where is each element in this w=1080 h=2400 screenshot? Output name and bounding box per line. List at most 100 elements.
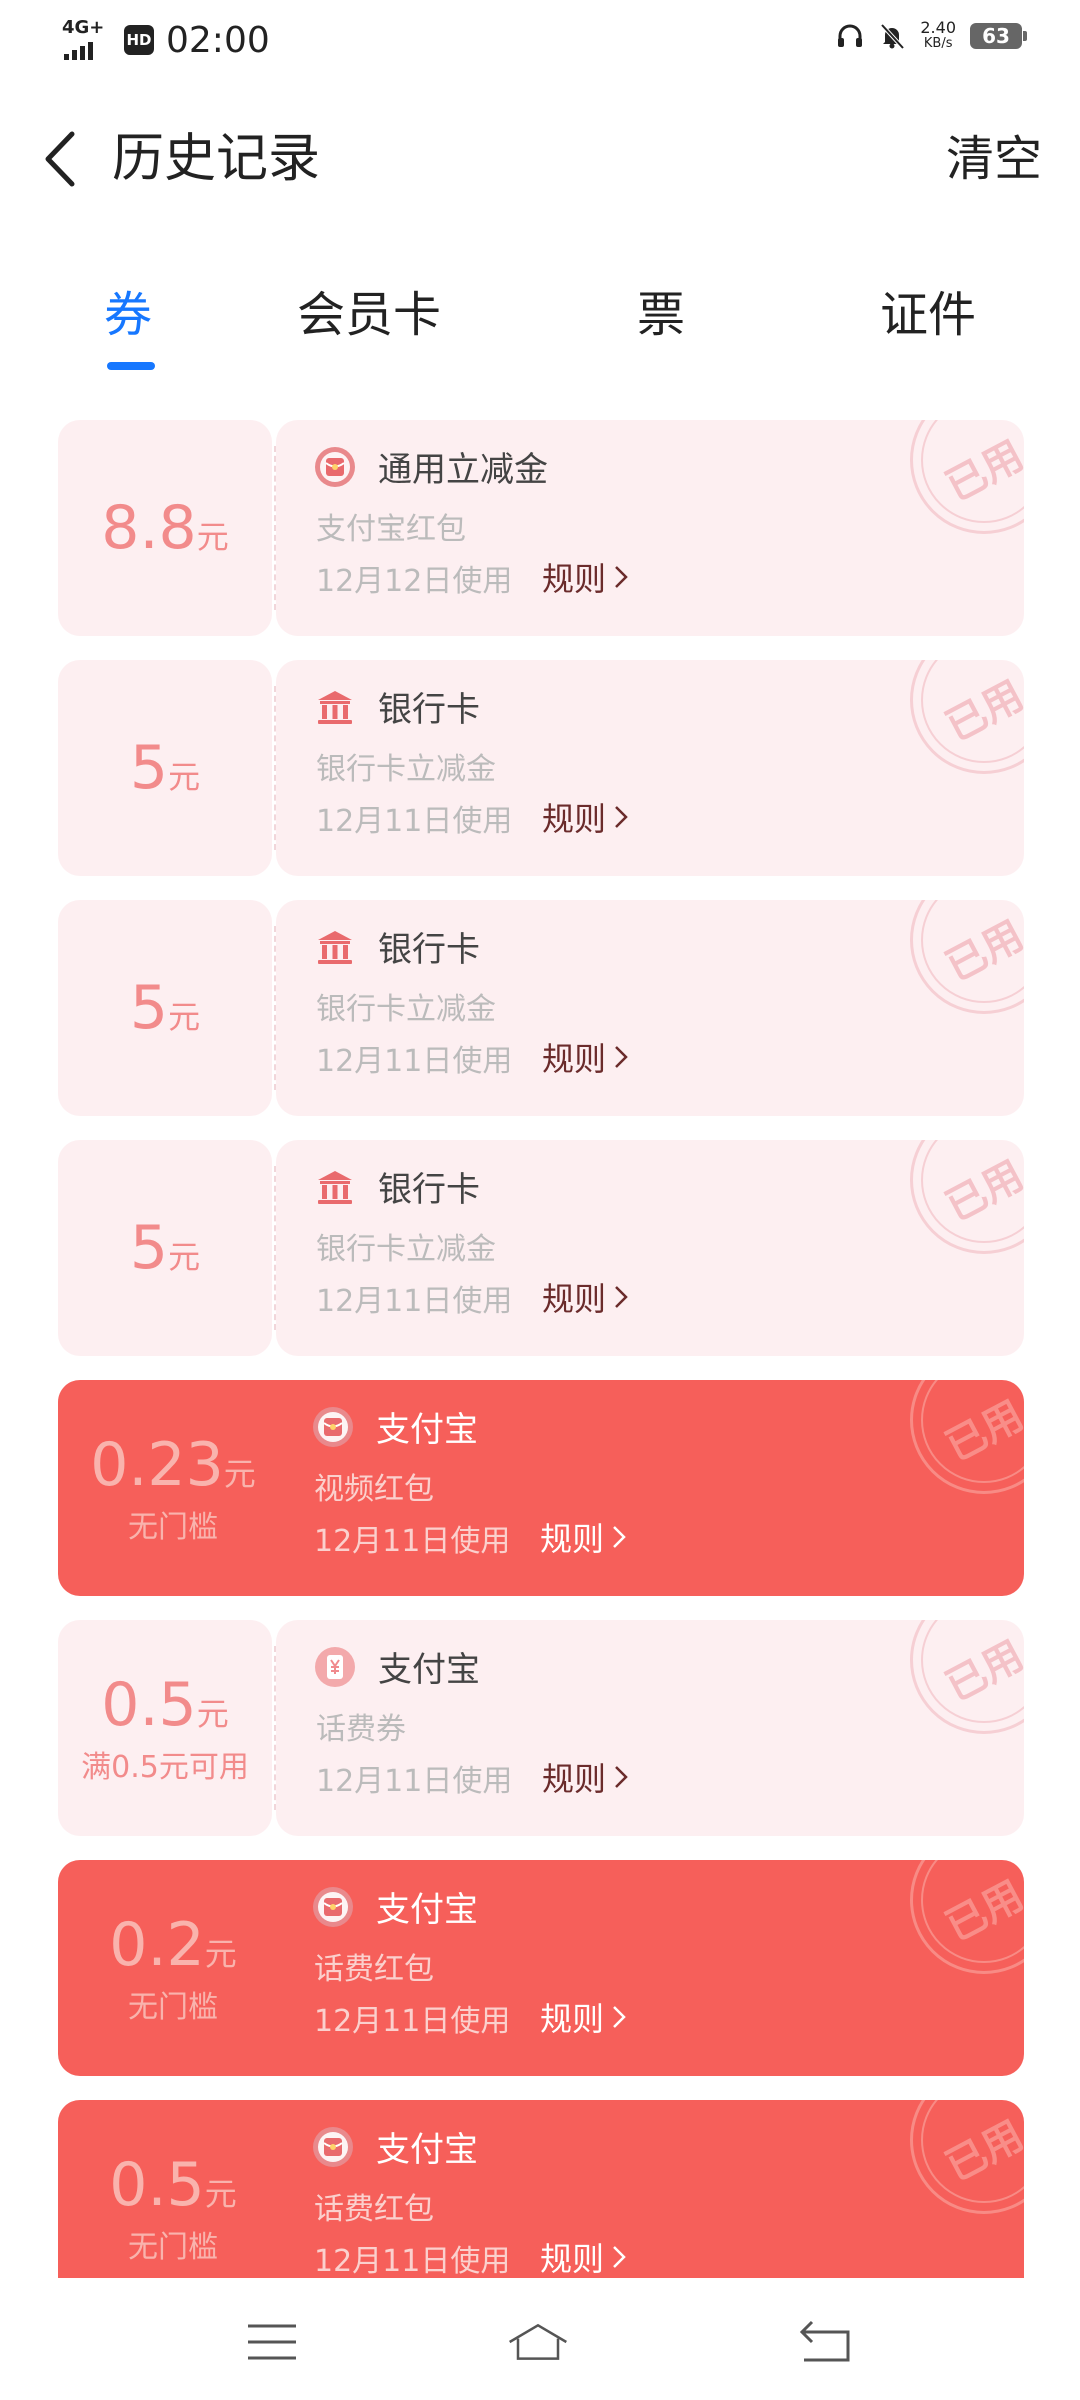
coupon-title: 支付宝 bbox=[376, 1890, 478, 1930]
coupon-amount-panel: 0.2元无门槛 bbox=[58, 1860, 288, 2076]
back-button[interactable] bbox=[34, 124, 84, 194]
coupon-rule-label: 规则 bbox=[540, 2000, 605, 2038]
coupon-condition: 满0.5元可用 bbox=[81, 1750, 249, 1785]
used-stamp: 已用 bbox=[910, 420, 1024, 534]
red-packet-icon bbox=[312, 2126, 354, 2168]
coupon-rule-link[interactable]: 规则 bbox=[542, 1754, 628, 1800]
coupon-info-panel: 银行卡 银行卡立减金 12月11日使用 规则 已用 bbox=[276, 1140, 1024, 1356]
tab-coupons[interactable]: 券 bbox=[104, 280, 152, 350]
used-stamp-text: 已用 bbox=[938, 1152, 1024, 1231]
coupon-amount-value: 5 bbox=[129, 733, 169, 803]
used-stamp-text: 已用 bbox=[938, 1392, 1024, 1471]
coupon-amount: 5元 bbox=[130, 733, 200, 803]
coupon-used-date: 12月12日使用 bbox=[316, 564, 513, 599]
coupon-used-date: 12月11日使用 bbox=[316, 1284, 513, 1319]
coupon-card[interactable]: 5元 银行卡 银行卡立减金 12月11日使用 规则 已用 bbox=[58, 900, 1024, 1116]
tab-tickets[interactable]: 票 bbox=[637, 280, 685, 350]
coupon-condition: 无门槛 bbox=[128, 1990, 218, 2025]
red-packet-icon bbox=[312, 1886, 354, 1928]
coupon-card[interactable]: 0.2元 无门槛 支付宝 话费红包 12月11日使用 规则 已用 bbox=[58, 1860, 1024, 2076]
coupon-title: 银行卡 bbox=[378, 690, 480, 730]
chevron-right-icon bbox=[613, 2006, 626, 2028]
coupon-amount-value: 0.23 bbox=[90, 1430, 224, 1500]
coupon-amount-panel: 8.8元 bbox=[58, 420, 272, 636]
coupon-amount: 5元 bbox=[130, 1213, 200, 1283]
coupon-info-panel: 支付宝 话费红包 12月11日使用 规则 已用 bbox=[274, 1860, 1024, 2076]
coupon-info-panel: 银行卡银行卡立减金 12月11日使用 规则 已用 bbox=[276, 660, 1024, 876]
menu-icon bbox=[248, 2324, 296, 2360]
used-stamp-text: 已用 bbox=[938, 912, 1024, 991]
hd-icon: HD bbox=[124, 25, 154, 55]
coupon-title: 支付宝 bbox=[376, 2130, 478, 2170]
coupon-rule-label: 规则 bbox=[540, 2240, 605, 2278]
coupon-card[interactable]: 8.8元 通用立减金 支付宝红包 12月12日使用 规则 已用 bbox=[58, 420, 1024, 636]
tab-documents[interactable]: 证件 bbox=[880, 280, 976, 350]
coupon-card[interactable]: 5元 银行卡 银行卡立减金 12月11日使用 规则 已用 bbox=[58, 1140, 1024, 1356]
coupon-amount-value: 5 bbox=[129, 973, 169, 1043]
coupon-amount: 8.8元 bbox=[101, 493, 228, 563]
coupon-amount-panel: 5元 bbox=[58, 660, 272, 876]
coupon-rule-link[interactable]: 规则 bbox=[542, 1274, 628, 1320]
coupon-card[interactable]: 5元 银行卡银行卡立减金 12月11日使用 规则 已用 bbox=[58, 660, 1024, 876]
home-icon bbox=[509, 2323, 567, 2360]
coupon-info-panel: 支付宝 话费券 12月11日使用 规则 已用 bbox=[276, 1620, 1024, 1836]
coupon-amount-panel: 0.5元满0.5元可用 bbox=[58, 1620, 272, 1836]
coupon-amount-unit: 元 bbox=[168, 758, 201, 796]
coupon-rule-link[interactable]: 规则 bbox=[542, 1034, 628, 1080]
network-type: 4G+ bbox=[62, 17, 105, 38]
coupon-amount: 0.5元 bbox=[101, 1670, 228, 1740]
clock: 02:00 bbox=[166, 19, 270, 61]
coupon-title: 支付宝 bbox=[378, 1650, 480, 1690]
red-packet-icon bbox=[312, 1406, 354, 1448]
battery-level: 63 bbox=[982, 24, 1010, 48]
coupon-used-date: 12月11日使用 bbox=[316, 804, 513, 839]
coupon-card[interactable]: 0.23元 无门槛 支付宝 视频红包 12月11日使用 规则 已用 bbox=[58, 1380, 1024, 1596]
coupon-rule-link[interactable]: 规则 bbox=[540, 2234, 626, 2280]
used-stamp: 已用 bbox=[910, 900, 1024, 1014]
coupon-info-panel: 通用立减金 支付宝红包 12月12日使用 规则 已用 bbox=[276, 420, 1024, 636]
chevron-right-icon bbox=[615, 566, 628, 588]
coupon-rule-link[interactable]: 规则 bbox=[540, 1994, 626, 2040]
coupon-rule-label: 规则 bbox=[542, 1280, 607, 1318]
clear-button[interactable]: 清空 bbox=[946, 124, 1042, 194]
coupon-amount-panel: 5元 bbox=[58, 900, 272, 1116]
red-packet-icon bbox=[314, 446, 356, 488]
bank-icon bbox=[314, 686, 356, 728]
status-right: 2.40 KB/s 63 bbox=[836, 20, 1027, 52]
back-nav-button[interactable] bbox=[796, 2314, 856, 2370]
net-speed-unit: KB/s bbox=[923, 36, 953, 51]
battery-icon: 63 bbox=[970, 23, 1027, 49]
coupon-amount-value: 0.2 bbox=[109, 1910, 205, 1980]
used-stamp-text: 已用 bbox=[938, 432, 1024, 511]
used-stamp: 已用 bbox=[910, 1620, 1024, 1734]
coupon-used-date: 12月11日使用 bbox=[314, 2244, 511, 2279]
tab-bar: 券 会员卡 票 证件 bbox=[0, 280, 1080, 380]
coupon-amount-value: 0.5 bbox=[109, 2150, 205, 2220]
coupon-rule-link[interactable]: 规则 bbox=[540, 1514, 626, 1560]
chevron-right-icon bbox=[615, 1046, 628, 1068]
used-stamp: 已用 bbox=[910, 2100, 1024, 2214]
coupon-title: 支付宝 bbox=[376, 1410, 478, 1450]
coupon-subtitle: 银行卡立减金 bbox=[316, 752, 496, 787]
coupon-rule-link[interactable]: 规则 bbox=[542, 554, 628, 600]
coupon-amount-panel: 5元 bbox=[58, 1140, 272, 1356]
coupon-amount-value: 5 bbox=[129, 1213, 169, 1283]
coupon-title: 通用立减金 bbox=[378, 450, 548, 490]
menu-button[interactable] bbox=[242, 2314, 302, 2370]
coupon-subtitle: 银行卡立减金 bbox=[316, 1232, 496, 1267]
chevron-right-icon bbox=[615, 1766, 628, 1788]
bell-off-icon bbox=[878, 22, 906, 50]
coupon-amount-unit: 元 bbox=[204, 1935, 237, 1973]
coupon-amount: 0.23元 bbox=[90, 1430, 256, 1500]
coupon-card[interactable]: 0.5元 满0.5元可用 支付宝 话费券 12月11日使用 规则 已用 bbox=[58, 1620, 1024, 1836]
coupon-used-date: 12月11日使用 bbox=[314, 2004, 511, 2039]
coupon-amount-unit: 元 bbox=[204, 2175, 237, 2213]
home-button[interactable] bbox=[508, 2314, 568, 2370]
bank-icon bbox=[314, 1166, 356, 1208]
used-stamp: 已用 bbox=[910, 660, 1024, 774]
bank-icon bbox=[314, 926, 356, 968]
coupon-condition: 无门槛 bbox=[128, 2230, 218, 2265]
tab-membership-cards[interactable]: 会员卡 bbox=[297, 280, 441, 350]
used-stamp-text: 已用 bbox=[938, 1872, 1024, 1951]
coupon-rule-link[interactable]: 规则 bbox=[542, 794, 628, 840]
